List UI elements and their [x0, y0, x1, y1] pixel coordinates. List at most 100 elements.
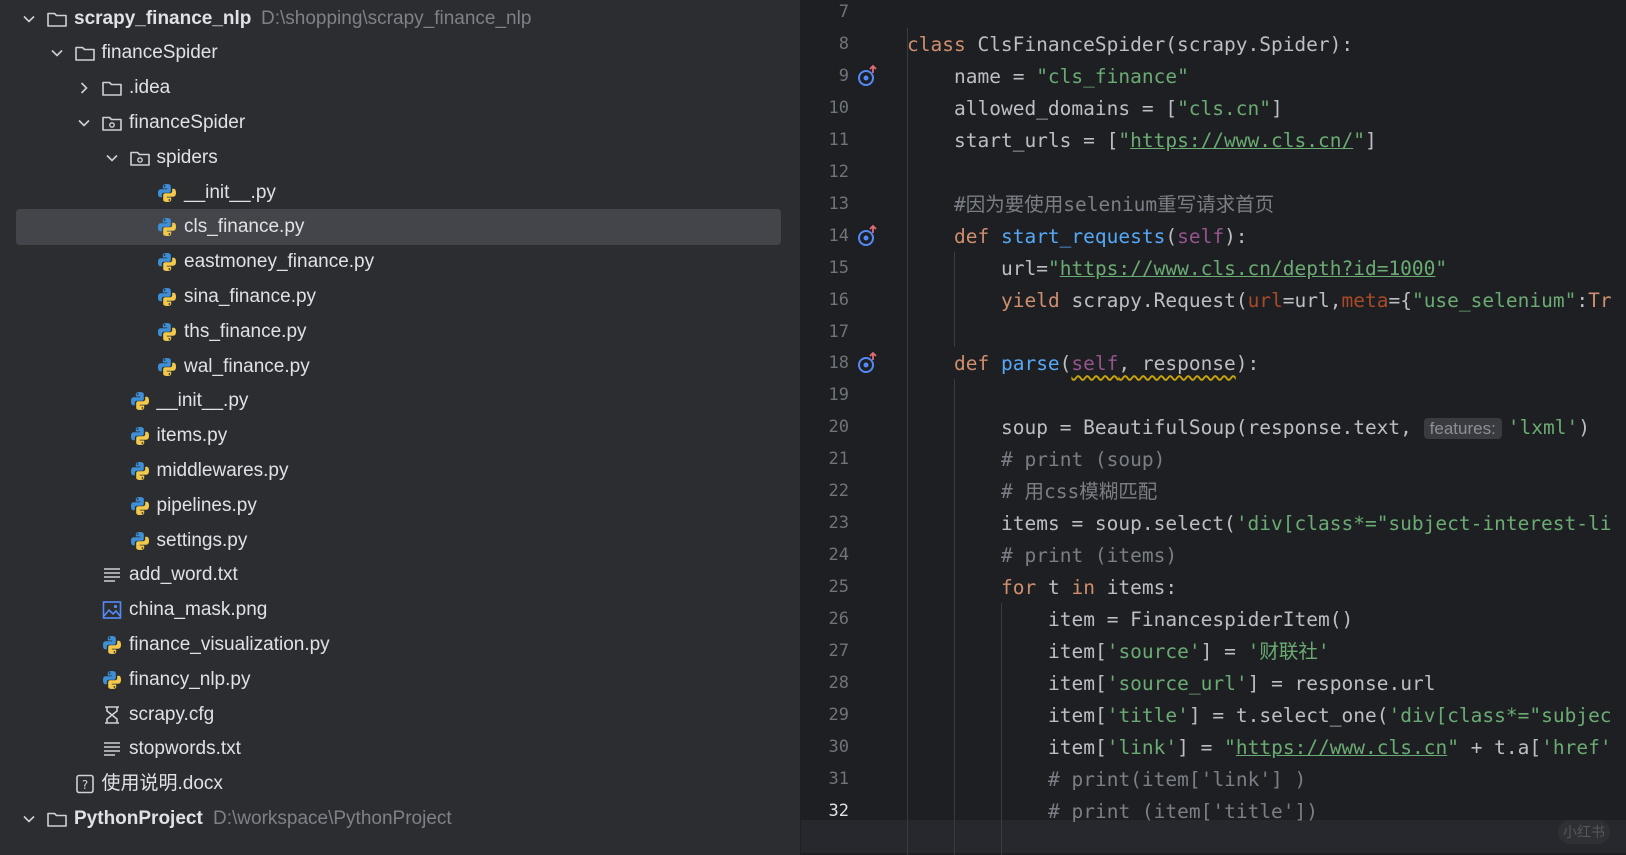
code-token: "	[1447, 735, 1459, 759]
python-file-icon	[156, 182, 178, 204]
line-number: 22	[828, 481, 849, 502]
tree-item-init-py[interactable]: __init__.py	[16, 175, 781, 211]
tree-item-label: __init__.py	[184, 181, 276, 203]
code-token: yield	[1001, 288, 1072, 312]
line-number: 11	[828, 129, 849, 150]
line-number: 17	[828, 321, 849, 342]
code-line: item['title'] = t.select_one('div[class*…	[1048, 699, 1612, 732]
python-file-icon	[129, 460, 151, 482]
code-token: # 用css模糊匹配	[1001, 480, 1158, 504]
code-line: item['source'] = '财联社'	[1048, 635, 1330, 668]
tree-item-items-py[interactable]: items.py	[16, 418, 781, 454]
tree-item-cls-finance-py[interactable]: cls_finance.py	[16, 209, 781, 246]
text-file-icon	[101, 564, 123, 586]
tree-item-eastmoney-finance-py[interactable]: eastmoney_finance.py	[16, 244, 781, 280]
code-token: 'div[class*="subjec	[1388, 703, 1612, 727]
folder-icon	[46, 8, 68, 30]
code-line: def start_requests(self):	[954, 220, 1248, 253]
code-token: Tr	[1588, 288, 1612, 312]
code-token: "	[1435, 256, 1448, 280]
chevron-down-icon[interactable]	[20, 810, 38, 828]
code-token: item = FinancespiderItem()	[1048, 608, 1354, 632]
indent-guide	[954, 251, 955, 348]
tree-item-financespider[interactable]: financeSpider	[16, 35, 781, 71]
tree-item-label: pipelines.py	[156, 494, 257, 516]
code-token: item[	[1048, 735, 1107, 759]
code-token: url	[1247, 288, 1283, 312]
code-token: https://www.cls.cn/	[1130, 128, 1354, 152]
chevron-right-icon[interactable]	[75, 79, 93, 97]
tree-item-label: PythonProject	[74, 807, 203, 829]
code-token: ):	[1224, 224, 1248, 248]
code-token: soup = BeautifulSoup(response.text,	[1001, 416, 1424, 440]
code-token: 'link'	[1106, 735, 1178, 759]
tree-item-init-py[interactable]: __init__.py	[16, 383, 781, 419]
tree-item-add-word-txt[interactable]: add_word.txt	[16, 557, 781, 593]
code-token: 'lxml'	[1507, 416, 1579, 440]
tree-item-scrapy-finance-nlp[interactable]: scrapy_finance_nlp D:\shopping\scrapy_fin…	[16, 1, 781, 37]
code-token: parse	[1000, 352, 1060, 376]
code-token: 'source_url'	[1106, 671, 1248, 695]
code-token: def	[954, 224, 1001, 248]
code-area[interactable]: class ClsFinanceSpider(scrapy.Spider): na…	[907, 0, 1626, 855]
override-icon[interactable]	[856, 224, 880, 248]
code-token: 'title'	[1106, 703, 1189, 727]
tree-item-sina-finance-py[interactable]: sina_finance.py	[16, 279, 781, 315]
chevron-down-icon[interactable]	[75, 114, 93, 132]
folder-icon	[74, 42, 96, 64]
override-icon[interactable]	[856, 351, 880, 375]
code-token: item[	[1048, 671, 1107, 695]
image-file-icon	[101, 599, 123, 621]
code-line: name = "cls_finance"	[954, 60, 1189, 93]
tree-item-spiders[interactable]: spiders	[16, 140, 781, 176]
tree-item-docx[interactable]: ? 使用说明.docx	[16, 766, 781, 802]
code-token: scrapy.Request(	[1071, 288, 1248, 312]
folder-icon	[46, 808, 68, 830]
tree-item-china-mask-png[interactable]: china_mask.png	[16, 592, 781, 628]
code-token: items = soup.select(	[1001, 512, 1236, 536]
tree-item-finance-visualization-py[interactable]: finance_visualization.py	[16, 627, 781, 663]
code-token: ] = t.select_one(	[1188, 703, 1389, 727]
chevron-down-icon[interactable]	[20, 10, 38, 28]
code-token: + t.a[	[1458, 735, 1542, 759]
indent-guide	[907, 27, 908, 855]
code-token: "cls.cn"	[1177, 96, 1271, 120]
code-token: "	[1047, 256, 1060, 280]
code-editor[interactable]: 7 8 9 10 11 12 13 14 15 16 17 18 19 20 21 22 23 24 25 26 27 2…	[801, 0, 1626, 855]
tree-item-stopwords-txt[interactable]: stopwords.txt	[16, 731, 781, 767]
code-line: # print (items)	[1001, 539, 1177, 572]
code-token: https://www.cls.cn	[1235, 735, 1448, 759]
code-token: name =	[954, 64, 1037, 88]
parameter-hint: features:	[1423, 418, 1502, 440]
tree-item-idea[interactable]: .idea	[16, 70, 781, 106]
package-folder-icon	[129, 147, 151, 169]
code-token: items:	[1106, 576, 1178, 600]
code-token: # print (soup)	[1001, 448, 1166, 472]
tree-item-ths-finance-py[interactable]: ths_finance.py	[16, 314, 781, 350]
code-token: url=	[1001, 256, 1048, 280]
tree-item-label: spiders	[156, 146, 218, 168]
code-line: start_urls = ["https://www.cls.cn/"]	[954, 124, 1377, 157]
python-file-icon	[156, 251, 178, 273]
code-token: "cls_finance"	[1036, 64, 1189, 88]
code-line: yield scrapy.Request(url=url,meta={"use_…	[1001, 284, 1612, 317]
tree-item-wal-finance-py[interactable]: wal_finance.py	[16, 349, 781, 385]
python-file-icon	[156, 321, 178, 343]
tree-item-pythonproject[interactable]: PythonProject D:\workspace\PythonProject	[16, 801, 781, 837]
tree-item-scrapy-cfg[interactable]: scrapy.cfg	[16, 697, 781, 733]
chevron-down-icon[interactable]	[103, 149, 121, 167]
chevron-down-icon[interactable]	[48, 44, 66, 62]
code-token: ClsFinanceSpider(scrapy.Spider):	[977, 32, 1354, 56]
override-icon[interactable]	[856, 64, 880, 88]
tree-item-pipelines-py[interactable]: pipelines.py	[16, 488, 781, 524]
tree-item-financespider[interactable]: financeSpider	[16, 105, 781, 141]
code-token: #因为要使用selenium重写请求首页	[954, 192, 1275, 216]
tree-item-label: add_word.txt	[129, 564, 238, 586]
tree-item-financy-nlp-py[interactable]: financy_nlp.py	[16, 662, 781, 698]
tree-item-label: __init__.py	[156, 390, 249, 412]
line-number: 16	[828, 289, 849, 310]
tree-item-middlewares-py[interactable]: middlewares.py	[16, 453, 781, 489]
text-file-icon	[101, 738, 123, 760]
tree-item-settings-py[interactable]: settings.py	[16, 523, 781, 559]
python-file-icon	[129, 390, 151, 412]
